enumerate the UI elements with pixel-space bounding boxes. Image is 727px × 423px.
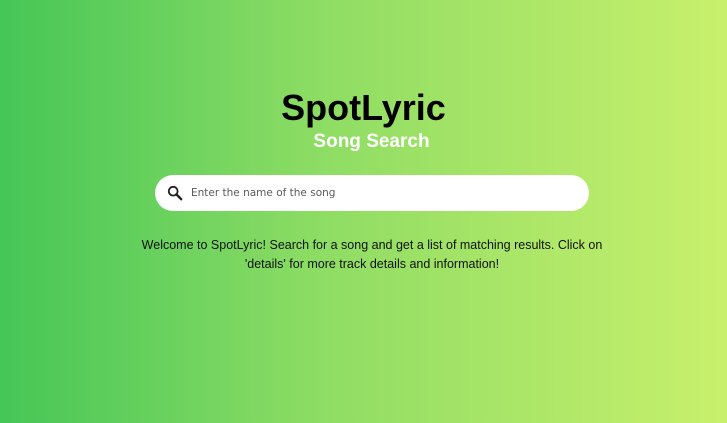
- page: SpotLyric Song Search Welcome to SpotLyr…: [0, 0, 727, 423]
- app-title: SpotLyric: [281, 87, 446, 128]
- welcome-message: Welcome to SpotLyric! Search for a song …: [141, 238, 603, 271]
- search-input[interactable]: [191, 175, 571, 211]
- search-bar[interactable]: [155, 175, 589, 211]
- app-subtitle: Song Search: [313, 131, 430, 152]
- search-icon[interactable]: [167, 185, 183, 201]
